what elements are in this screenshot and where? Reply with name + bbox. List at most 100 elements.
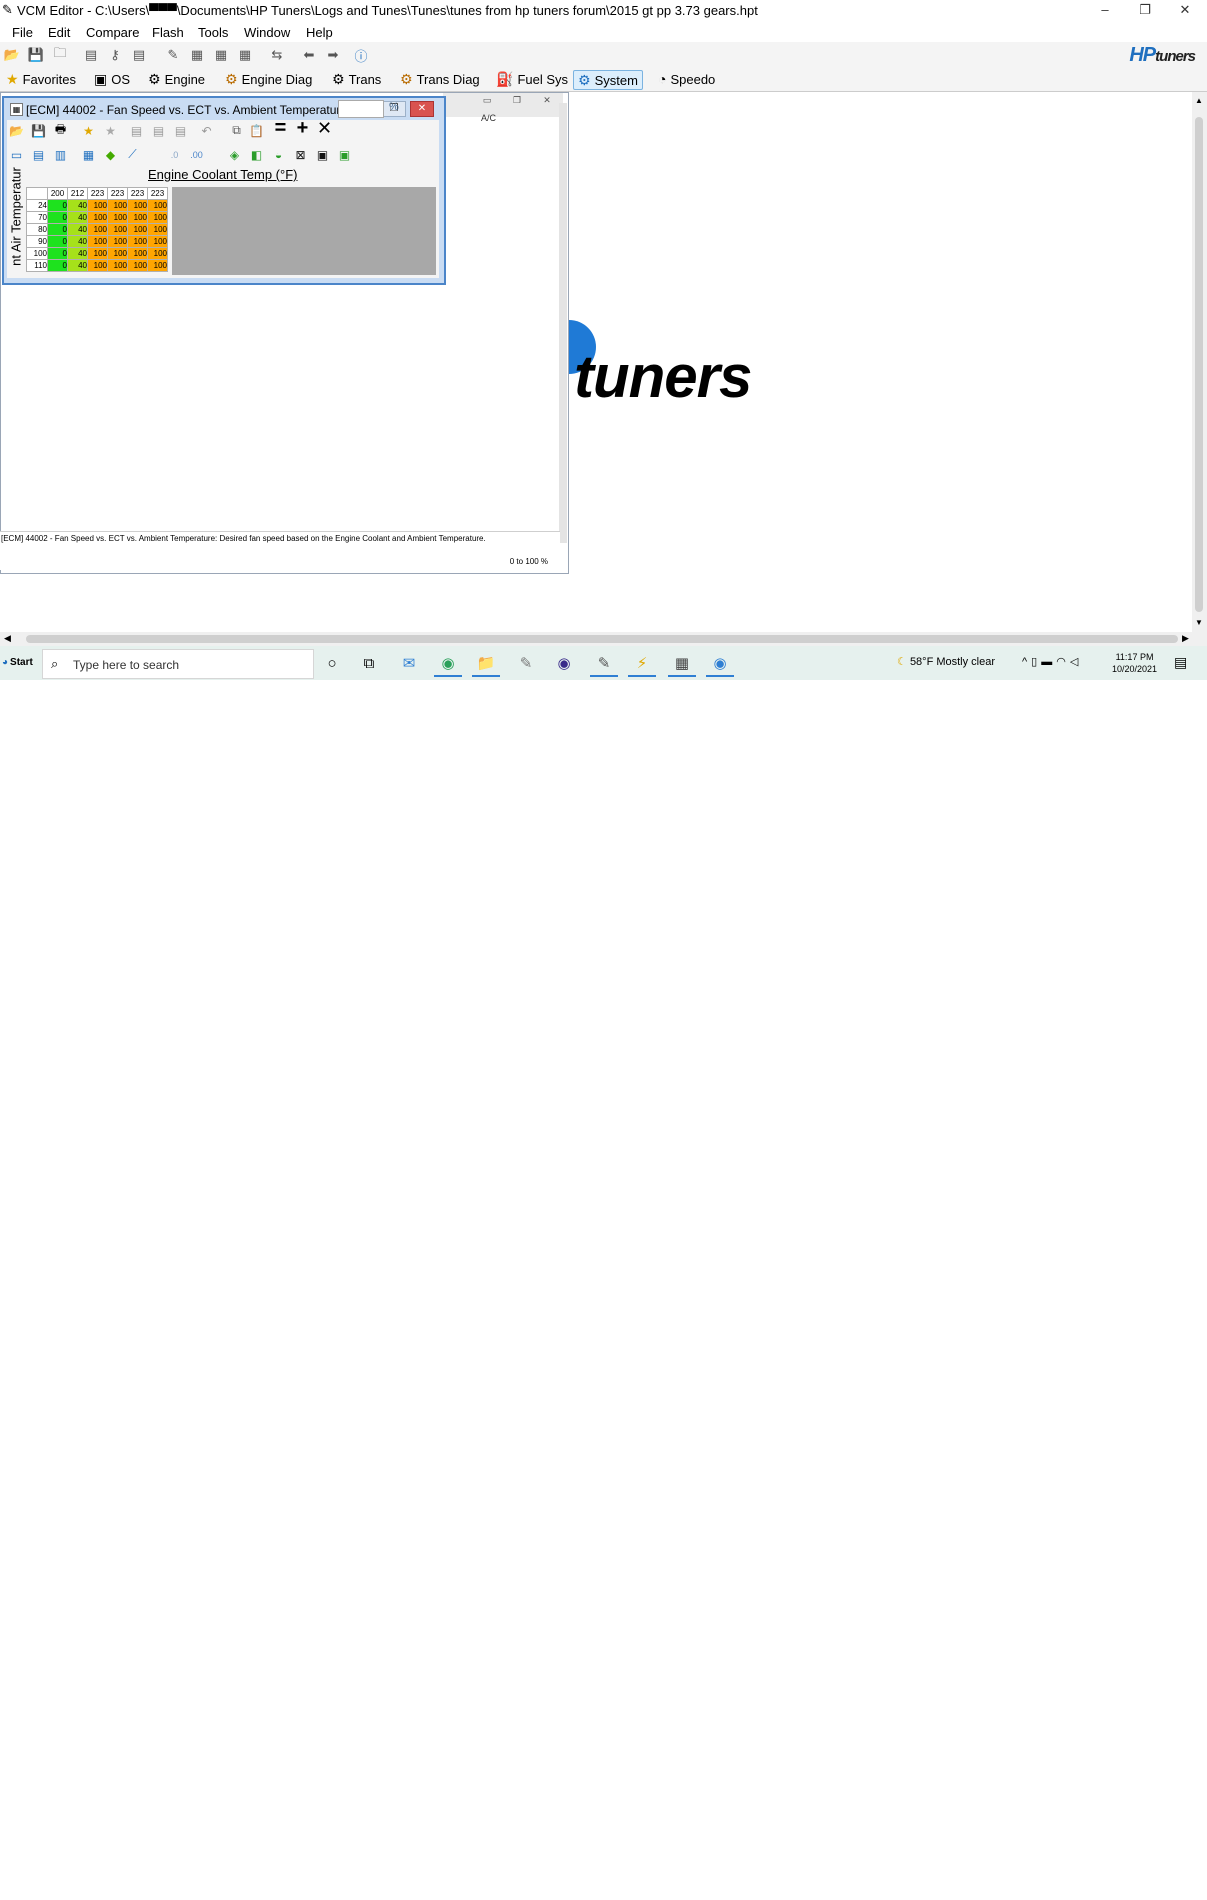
fill-icon[interactable]: ▣ — [314, 146, 331, 163]
tab-engine[interactable]: ⚙ Engine — [144, 70, 209, 88]
tab-engine-diag[interactable]: ⚙ Engine Diag — [221, 70, 316, 88]
scroll-up-icon[interactable]: ▲ — [1195, 96, 1203, 105]
paste-icon[interactable]: 📋 — [248, 122, 265, 139]
table-cell[interactable]: 100 — [147, 247, 168, 260]
taskbar-search[interactable]: ⌕ Type here to search — [42, 649, 314, 679]
close-button[interactable]: ✕ — [1165, 0, 1205, 20]
table-cell[interactable]: 40 — [67, 259, 88, 272]
table-icon[interactable]: ▦ — [188, 46, 206, 64]
table-cell[interactable]: 0 — [47, 223, 68, 236]
table-cell[interactable]: 40 — [67, 247, 88, 260]
network-icon[interactable]: ▯ — [1031, 656, 1041, 668]
menu-help[interactable]: Help — [306, 25, 333, 40]
wifi-icon[interactable]: ◠ — [1056, 656, 1070, 668]
interpolate-v-icon[interactable]: ◒ — [270, 146, 287, 163]
battery-icon[interactable]: ▬ — [1041, 656, 1056, 668]
copy-icon[interactable]: ⧉ — [228, 122, 245, 139]
interpolate-all-icon[interactable]: ⊠ — [292, 146, 309, 163]
write-icon[interactable]: ▤ — [130, 46, 148, 64]
table-close-button[interactable]: ✕ — [410, 101, 434, 117]
table-cell[interactable]: 100 — [87, 235, 108, 248]
row-header[interactable]: 80 — [26, 223, 48, 236]
paint-icon[interactable]: ✎ — [512, 651, 540, 675]
tab-system[interactable]: ⚙ System — [573, 70, 643, 90]
operation-value-input[interactable] — [338, 100, 384, 118]
scroll-right-icon[interactable]: ▶ — [1182, 633, 1189, 644]
table-cell[interactable]: 100 — [147, 235, 168, 248]
table-cell[interactable]: 100 — [127, 259, 148, 272]
table-cell[interactable]: 40 — [67, 235, 88, 248]
edge-icon[interactable]: ◉ — [434, 651, 462, 677]
vertical-scrollbar[interactable]: ▲ ▼ — [1192, 92, 1207, 632]
tab-fuel-sys[interactable]: ⛽ Fuel Sys — [492, 70, 572, 88]
graph-icon[interactable]: ⟋ — [124, 146, 141, 163]
table-cell[interactable]: 40 — [67, 223, 88, 236]
table-cell[interactable]: 0 — [47, 199, 68, 212]
tab-favorites[interactable]: ★ Favorites — [2, 70, 80, 88]
table-cell[interactable]: 100 — [87, 247, 108, 260]
vcm-scanner-taskbar-icon[interactable]: ⚡ — [628, 651, 656, 677]
column-header[interactable]: 223 — [127, 187, 148, 200]
forward-icon[interactable]: ➡ — [324, 46, 342, 64]
table-open-icon[interactable]: 📂 — [8, 122, 25, 139]
view-columns-icon[interactable]: ▥ — [52, 146, 69, 163]
system-tray[interactable]: ^▯▬◠◁ — [1022, 655, 1082, 668]
table-cell[interactable]: 100 — [107, 259, 128, 272]
ac-close-button[interactable]: ✕ — [539, 95, 555, 105]
tab-trans-diag[interactable]: ⚙ Trans Diag — [396, 70, 484, 88]
table-cell[interactable]: 100 — [107, 199, 128, 212]
table-cell[interactable]: 100 — [107, 247, 128, 260]
row-header[interactable]: 100 — [26, 247, 48, 260]
chevron-up-icon[interactable]: ^ — [1022, 656, 1031, 668]
table-cell[interactable]: 40 — [67, 211, 88, 224]
vcm-editor-taskbar-icon[interactable]: ✎ — [590, 651, 618, 677]
cortana-icon[interactable]: ○ — [318, 651, 346, 675]
ac-minimize-button[interactable]: ▭ — [479, 95, 495, 105]
notification-icon[interactable]: ▤ — [1174, 654, 1187, 671]
scroll-left-icon[interactable]: ◀ — [4, 633, 11, 644]
task-view-icon[interactable]: ⧉ — [355, 651, 383, 675]
menu-edit[interactable]: Edit — [48, 25, 70, 40]
table-cell[interactable]: 100 — [147, 223, 168, 236]
add-value-icon[interactable]: + — [294, 117, 311, 139]
table2-icon[interactable]: ▦ — [212, 46, 230, 64]
table-cell[interactable]: 100 — [147, 259, 168, 272]
tab-trans[interactable]: ⚙ Trans — [328, 70, 385, 88]
table-print-icon[interactable]: 🖶 — [52, 122, 69, 139]
menu-file[interactable]: File — [12, 25, 33, 40]
clock[interactable]: 11:17 PM 10/20/2021 — [1112, 651, 1157, 675]
table-cell[interactable]: 100 — [127, 223, 148, 236]
table-view3-icon[interactable]: ▤ — [172, 122, 189, 139]
info-icon[interactable]: ⓘ — [352, 46, 370, 64]
compare-icon[interactable]: ⇆ — [268, 46, 286, 64]
row-header[interactable]: 110 — [26, 259, 48, 272]
vertical-scroll-thumb[interactable] — [1195, 117, 1203, 612]
vehicle-info-icon[interactable]: ⚷ — [106, 46, 124, 64]
table-cell[interactable]: 0 — [47, 247, 68, 260]
undo-icon[interactable]: ↶ — [198, 122, 215, 139]
table-save-icon[interactable]: 💾 — [30, 122, 47, 139]
table-cell[interactable]: 100 — [107, 223, 128, 236]
volume-icon[interactable]: ◁ — [1070, 656, 1082, 668]
start-button[interactable]: ◕ Start — [2, 652, 33, 672]
table-cell[interactable]: 0 — [47, 235, 68, 248]
mail-icon[interactable]: ✉ — [395, 651, 423, 675]
row-header[interactable]: 24 — [26, 199, 48, 212]
ac-window-scrollbar[interactable] — [559, 103, 567, 543]
weather-widget[interactable]: ☾ 58°F Mostly clear — [897, 655, 995, 668]
table-cell[interactable]: 100 — [127, 247, 148, 260]
table-cell[interactable]: 100 — [87, 223, 108, 236]
smooth-icon[interactable]: ◈ — [226, 146, 243, 163]
row-header[interactable]: 70 — [26, 211, 48, 224]
multiply-value-icon[interactable]: ✕ — [316, 118, 333, 138]
interpolate-h-icon[interactable]: ◧ — [248, 146, 265, 163]
tab-speedo[interactable]: ◔ Speedo — [654, 70, 719, 88]
table-cell[interactable]: 100 — [127, 199, 148, 212]
browser-icon[interactable]: ◉ — [706, 651, 734, 677]
open-icon[interactable]: 📂 — [3, 46, 21, 64]
app-circle-icon[interactable]: ◉ — [550, 651, 578, 675]
set-value-icon[interactable]: = — [272, 117, 289, 139]
fill-center-icon[interactable]: ▣ — [336, 146, 353, 163]
menu-window[interactable]: Window — [244, 25, 290, 40]
table-cell[interactable]: 0 — [47, 259, 68, 272]
